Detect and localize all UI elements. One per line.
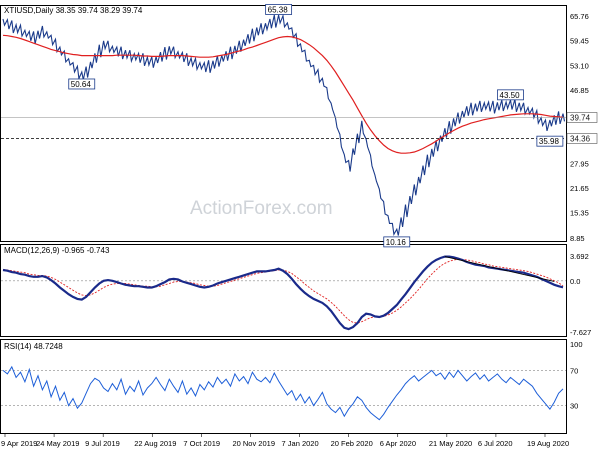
macd-line bbox=[2, 255, 564, 331]
price-y-tick: 27.95 bbox=[570, 159, 589, 168]
x-tick-label: 22 Aug 2019 bbox=[134, 439, 176, 448]
price-annotation-label: 35.98 bbox=[539, 137, 560, 146]
price-annotation-label: 10.16 bbox=[386, 238, 407, 247]
rsi-y-tick: 30 bbox=[570, 402, 578, 411]
macd-y-tick: 0.0 bbox=[570, 277, 580, 286]
watermark: ActionForex.com bbox=[190, 198, 333, 219]
macd-y-tick: -7.627 bbox=[570, 328, 591, 337]
x-axis: 9 Apr 201924 May 2019 9 Jul 2019 22 Aug 20… bbox=[1, 434, 569, 448]
x-tick-label: 9 Apr 2019 bbox=[1, 439, 37, 448]
x-tick-label: 21 May 2020 bbox=[429, 439, 472, 448]
x-tick-label: 7 Oct 2019 bbox=[183, 439, 220, 448]
macd-panel-header: MACD(12,26,9) -0.965 -0.743 bbox=[4, 246, 110, 255]
rsi-panel-header: RSI(14) 48.7248 bbox=[4, 342, 63, 351]
chart-canvas: ActionForex.com 65.7659.4553.1046.8540.5… bbox=[0, 4, 598, 448]
rsi-panel-frame bbox=[0, 339, 567, 434]
price-y-tick: 21.65 bbox=[570, 184, 589, 193]
rsi-line bbox=[2, 365, 564, 421]
moving-average-line bbox=[2, 34, 564, 154]
x-tick-label: 6 Apr 2020 bbox=[380, 439, 416, 448]
current-price-label: 39.74 bbox=[570, 114, 591, 123]
x-tick-label: 19 Aug 2020 bbox=[527, 439, 569, 448]
macd-signal-line bbox=[2, 258, 564, 324]
price-annotation-label: 50.64 bbox=[71, 80, 92, 89]
rsi-y-tick: 100 bbox=[570, 340, 583, 349]
price-annotation-label: 65.38 bbox=[268, 5, 289, 14]
price-y-tick: 15.35 bbox=[570, 209, 589, 218]
x-tick-label: 7 Jan 2020 bbox=[282, 439, 319, 448]
price-y-tick: 46.85 bbox=[570, 86, 589, 95]
rsi-panel: 100 70 30 bbox=[1, 340, 583, 421]
price-panel-header: XTIUSD,Daily 38.35 39.74 38.29 39.74 bbox=[4, 6, 143, 15]
rsi-y-tick: 70 bbox=[570, 366, 578, 375]
macd-panel-frame bbox=[0, 244, 567, 337]
price-y-tick: 53.10 bbox=[570, 61, 589, 70]
x-tick-label: 6 Jul 2020 bbox=[478, 439, 513, 448]
support-level-label: 34.36 bbox=[570, 134, 591, 143]
price-y-tick: 65.76 bbox=[570, 12, 589, 21]
price-y-tick: 59.45 bbox=[570, 37, 589, 46]
x-tick-label: 20 Nov 2019 bbox=[232, 439, 275, 448]
macd-panel: 3.692 0.0 -7.627 bbox=[1, 252, 591, 337]
price-y-tick: 8.85 bbox=[570, 234, 585, 243]
macd-trend-line bbox=[444, 256, 555, 282]
x-tick-label: 9 Jul 2019 bbox=[85, 439, 120, 448]
x-tick-label: 24 May 2019 bbox=[36, 439, 79, 448]
price-annotation-label: 43.50 bbox=[500, 91, 521, 100]
macd-y-tick: 3.692 bbox=[570, 252, 589, 261]
x-tick-label: 20 Feb 2020 bbox=[331, 439, 373, 448]
